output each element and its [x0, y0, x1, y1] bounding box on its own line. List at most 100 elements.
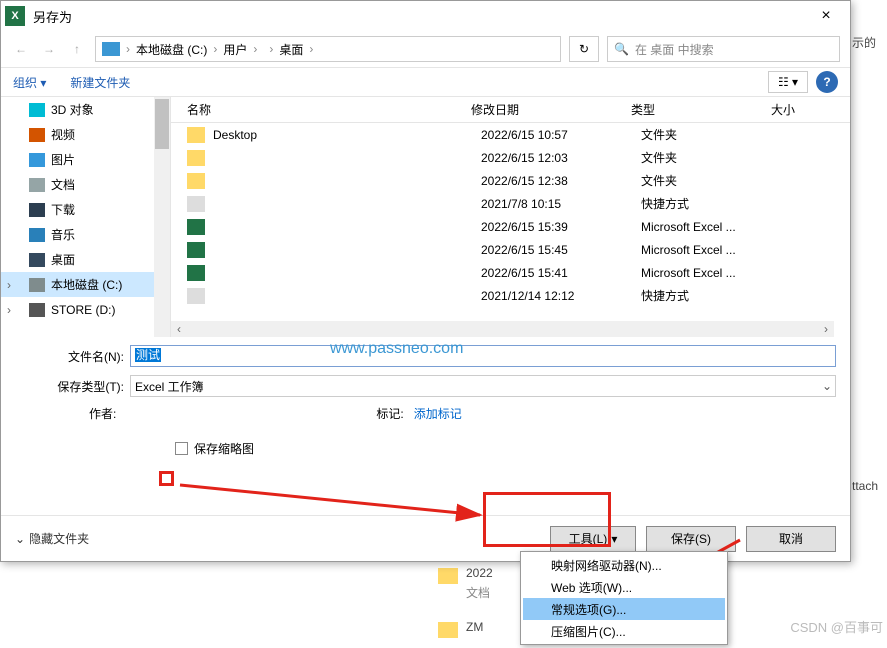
refresh-button[interactable]: ↻	[569, 36, 599, 62]
ic-download-icon	[29, 203, 45, 217]
view-mode-button[interactable]: ☷ ▾	[768, 71, 808, 93]
tree-item[interactable]: 3D 对象	[1, 97, 170, 122]
search-placeholder: 在 桌面 中搜索	[635, 41, 714, 58]
ic-disk-icon	[29, 278, 45, 292]
ic-3d-icon	[29, 103, 45, 117]
tree-item-label: 本地磁盘 (C:)	[51, 276, 122, 293]
file-name: Desktop	[213, 128, 481, 142]
save-thumbnail-checkbox[interactable]	[175, 442, 188, 455]
organize-button[interactable]: 组织 ▾	[13, 74, 46, 91]
tree-item[interactable]: › 本地磁盘 (C:)	[1, 272, 170, 297]
file-type: Microsoft Excel ...	[641, 220, 781, 234]
file-icon	[187, 173, 205, 189]
file-type: 文件夹	[641, 172, 781, 189]
background-folder-icon	[438, 622, 458, 638]
file-list: 名称 修改日期 类型 大小 Desktop2022/6/15 10:57文件夹 …	[171, 97, 850, 337]
save-button[interactable]: 保存(S)	[646, 526, 736, 552]
help-button[interactable]: ?	[816, 71, 838, 93]
filetype-label: 保存类型(T):	[15, 378, 130, 395]
tools-dropdown-button[interactable]: 工具(L)▾	[550, 526, 636, 552]
filename-label: 文件名(N):	[15, 348, 130, 365]
file-row[interactable]: 2022/6/15 15:45Microsoft Excel ...	[171, 238, 850, 261]
background-panel: 示的 ttach	[852, 32, 887, 493]
background-text: ZM	[466, 620, 483, 634]
file-row[interactable]: 2022/6/15 12:03文件夹	[171, 146, 850, 169]
tree-item[interactable]: 文档	[1, 172, 170, 197]
breadcrumb[interactable]: › 本地磁盘 (C:) › 用户 › › 桌面 ›	[95, 36, 561, 62]
file-row[interactable]: 2022/6/15 15:39Microsoft Excel ...	[171, 215, 850, 238]
background-text: 文档	[466, 584, 490, 601]
file-date: 2022/6/15 10:57	[481, 128, 641, 142]
menu-compress-pictures[interactable]: 压缩图片(C)...	[523, 620, 725, 642]
nav-forward-icon[interactable]: →	[39, 39, 59, 59]
form-area: 文件名(N): 测试 保存类型(T): Excel 工作簿 ⌄ 作者: 标记: …	[1, 337, 850, 463]
chevron-down-icon: ▾	[611, 532, 617, 546]
file-type: 快捷方式	[641, 287, 781, 304]
file-row[interactable]: 2022/6/15 12:38文件夹	[171, 169, 850, 192]
tree-item[interactable]: 桌面	[1, 247, 170, 272]
file-row[interactable]: 2021/7/8 10:15快捷方式	[171, 192, 850, 215]
background-text: 2022	[466, 566, 493, 580]
menu-web-options[interactable]: Web 选项(W)...	[523, 576, 725, 598]
tree-item-label: 视频	[51, 126, 75, 143]
close-button[interactable]: ×	[806, 1, 846, 31]
file-type: 快捷方式	[641, 195, 781, 212]
column-type[interactable]: 类型	[631, 101, 771, 118]
file-icon	[187, 196, 205, 212]
folder-tree: 3D 对象视频图片文档下载音乐桌面 › 本地磁盘 (C:) ›STORE (D:)	[1, 97, 171, 337]
breadcrumb-segment[interactable]: 用户	[219, 41, 251, 58]
chevron-right-icon: ›	[7, 278, 11, 292]
filetype-combo[interactable]: Excel 工作簿 ⌄	[130, 375, 836, 397]
cancel-button[interactable]: 取消	[746, 526, 836, 552]
chevron-down-icon: ⌄	[15, 532, 25, 546]
ic-store-icon	[29, 303, 45, 317]
ic-music-icon	[29, 228, 45, 242]
new-folder-button[interactable]: 新建文件夹	[70, 74, 130, 91]
address-bar: ← → ↑ › 本地磁盘 (C:) › 用户 › › 桌面 › ↻ 🔍 在 桌面…	[1, 31, 850, 67]
menu-map-drive[interactable]: 映射网络驱动器(N)...	[523, 554, 725, 576]
file-type: 文件夹	[641, 149, 781, 166]
list-header: 名称 修改日期 类型 大小	[171, 97, 850, 123]
file-date: 2021/12/14 12:12	[481, 289, 641, 303]
column-date[interactable]: 修改日期	[471, 101, 631, 118]
author-value[interactable]	[126, 405, 176, 422]
file-row[interactable]: Desktop2022/6/15 10:57文件夹	[171, 123, 850, 146]
add-tag-link[interactable]: 添加标记	[414, 405, 462, 422]
search-input[interactable]: 🔍 在 桌面 中搜索	[607, 36, 840, 62]
file-row[interactable]: 2021/12/14 12:12快捷方式	[171, 284, 850, 307]
tree-item[interactable]: 下载	[1, 197, 170, 222]
breadcrumb-segment[interactable]: 本地磁盘 (C:)	[132, 41, 211, 58]
file-date: 2021/7/8 10:15	[481, 197, 641, 211]
nav-up-icon[interactable]: ↑	[67, 39, 87, 59]
tree-item-label: 图片	[51, 151, 75, 168]
csdn-watermark: CSDN @百事可	[790, 617, 883, 636]
menu-general-options[interactable]: 常规选项(G)...	[523, 598, 725, 620]
tree-item[interactable]: ›STORE (D:)	[1, 297, 170, 322]
tree-item-label: STORE (D:)	[51, 303, 115, 317]
tree-item[interactable]: 音乐	[1, 222, 170, 247]
tree-scrollbar[interactable]	[154, 97, 170, 337]
filename-input[interactable]: 测试	[130, 345, 836, 367]
file-date: 2022/6/15 15:39	[481, 220, 641, 234]
save-thumbnail-label: 保存缩略图	[194, 440, 254, 457]
file-type: Microsoft Excel ...	[641, 243, 781, 257]
hide-folders-toggle[interactable]: ⌄ 隐藏文件夹	[15, 530, 89, 547]
tree-item-label: 3D 对象	[51, 101, 94, 118]
file-row[interactable]: 2022/6/15 15:41Microsoft Excel ...	[171, 261, 850, 284]
search-icon: 🔍	[614, 42, 629, 56]
tree-item[interactable]: 图片	[1, 147, 170, 172]
column-size[interactable]: 大小	[771, 101, 850, 118]
tree-item-label: 下载	[51, 201, 75, 218]
tree-item-label: 文档	[51, 176, 75, 193]
titlebar: X 另存为 ×	[1, 1, 850, 31]
file-icon	[187, 219, 205, 235]
ic-video-icon	[29, 128, 45, 142]
horizontal-scrollbar[interactable]: ‹›	[171, 321, 834, 337]
breadcrumb-segment[interactable]: 桌面	[275, 41, 307, 58]
file-date: 2022/6/15 15:41	[481, 266, 641, 280]
window-title: 另存为	[33, 7, 806, 26]
column-name[interactable]: 名称	[171, 101, 471, 118]
tree-item[interactable]: 视频	[1, 122, 170, 147]
tag-label: 标记:	[376, 405, 403, 422]
nav-back-icon[interactable]: ←	[11, 39, 31, 59]
